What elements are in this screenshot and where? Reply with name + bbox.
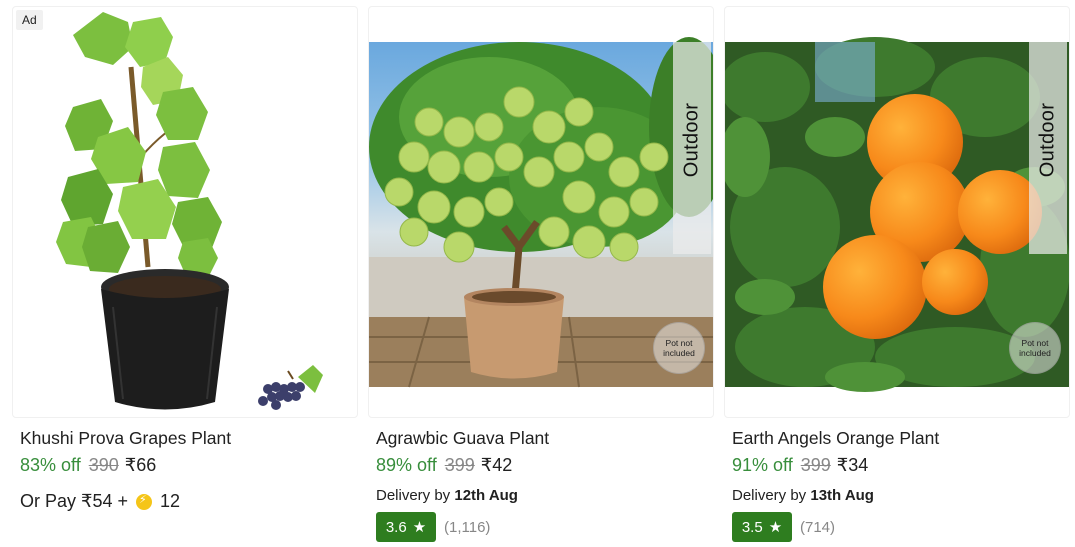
price-row: 83% off 390 ₹66 — [20, 455, 156, 476]
pot-not-included-badge: Pot not included — [1009, 322, 1061, 374]
outdoor-tag: Outdoor — [673, 42, 711, 254]
ad-badge: Ad — [16, 10, 43, 30]
rating-row: 3.6 ★ (1,116) — [376, 512, 490, 542]
discount-label: 89% off — [376, 455, 437, 475]
discount-label: 83% off — [20, 455, 81, 475]
product-image-grapes[interactable]: Ad — [12, 6, 358, 418]
product-title[interactable]: Khushi Prova Grapes Plant — [20, 428, 231, 449]
delivery-prefix: Delivery by — [376, 487, 451, 504]
discount-label: 91% off — [732, 455, 793, 475]
product-title[interactable]: Agrawbic Guava Plant — [376, 428, 549, 449]
price-row: 89% off 399 ₹42 — [376, 455, 512, 476]
product-image-orange[interactable]: Outdoor Pot not included — [724, 6, 1070, 418]
product-card-grapes[interactable]: Ad Khushi Prova Grapes Plant 83% off 390 ₹… — [12, 0, 358, 547]
grape-plant-illustration — [56, 12, 323, 410]
delivery-date: 13th Aug — [810, 487, 874, 504]
pot-not-included-badge: Pot not included — [653, 322, 705, 374]
rating-badge: 3.5 ★ — [732, 512, 792, 542]
original-price: 399 — [444, 455, 475, 475]
sale-price: ₹66 — [124, 455, 157, 475]
delivery-prefix: Delivery by — [732, 487, 807, 504]
product-card-guava[interactable]: Outdoor Pot not included Agrawbic Guava … — [368, 0, 714, 547]
product-title[interactable]: Earth Angels Orange Plant — [732, 428, 939, 449]
sale-price: ₹34 — [836, 455, 869, 475]
supercoin-icon — [136, 493, 152, 510]
star-icon: ★ — [768, 519, 783, 536]
delivery-info: Delivery by 13th Aug — [732, 487, 874, 504]
delivery-date: 12th Aug — [454, 487, 518, 504]
pay-prefix: Or Pay ₹54 + — [20, 491, 128, 511]
original-price: 399 — [800, 455, 831, 475]
star-icon: ★ — [412, 519, 427, 536]
rating-count: (1,116) — [444, 518, 491, 536]
outdoor-label: Outdoor — [680, 102, 703, 178]
product-image-guava[interactable]: Outdoor Pot not included — [368, 6, 714, 418]
price-row: 91% off 399 ₹34 — [732, 455, 868, 476]
outdoor-tag: Outdoor — [1029, 42, 1067, 254]
rating-value: 3.6 — [385, 518, 407, 536]
rating-badge: 3.6 ★ — [376, 512, 436, 542]
rating-count: (714) — [800, 518, 836, 536]
sale-price: ₹42 — [480, 455, 513, 475]
rating-value: 3.5 — [741, 518, 763, 536]
coin-amount: 12 — [160, 491, 181, 511]
rating-row: 3.5 ★ (714) — [732, 512, 835, 542]
delivery-info: Delivery by 12th Aug — [376, 487, 518, 504]
outdoor-label: Outdoor — [1036, 102, 1059, 178]
original-price: 390 — [88, 455, 119, 475]
product-card-orange[interactable]: Outdoor Pot not included Earth Angels Or… — [724, 0, 1070, 547]
supercoin-pay-row: Or Pay ₹54 + 12 — [20, 491, 180, 512]
